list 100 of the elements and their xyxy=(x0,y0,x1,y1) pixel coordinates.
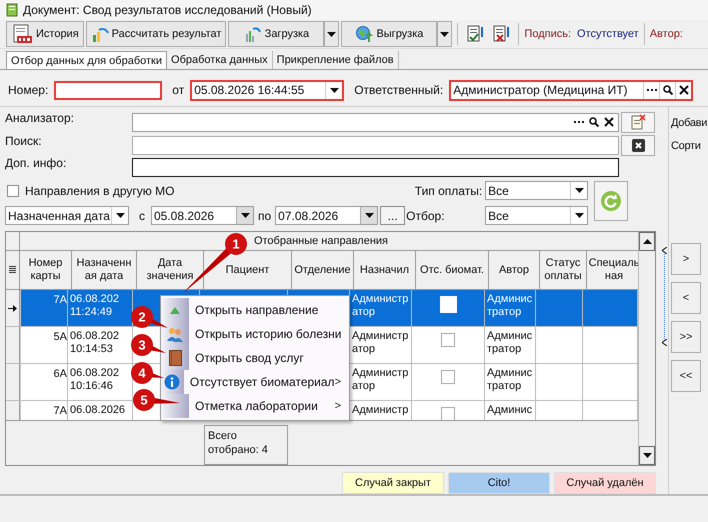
numbered-callout: 3 xyxy=(131,334,166,356)
author-label: Автор: xyxy=(650,28,683,40)
other-mo-label: Направления в другую МО xyxy=(25,184,174,198)
date-from-field[interactable]: 05.08.2026 xyxy=(151,206,254,226)
dropdown-button[interactable] xyxy=(437,21,452,47)
payment-type-label: Тип оплаты: xyxy=(414,184,484,198)
legend-item: Случай закрыт xyxy=(342,472,444,494)
selection-label: Отбор: xyxy=(406,208,446,223)
move-button[interactable]: < xyxy=(671,282,701,314)
signature-label: Подпись: xyxy=(524,28,572,40)
toolbar-button[interactable]: История xyxy=(6,21,84,47)
document-icon xyxy=(6,3,18,17)
current-row-icon xyxy=(8,304,17,312)
tab[interactable]: Прикрепление файлов xyxy=(272,51,399,69)
row-header[interactable] xyxy=(6,290,20,326)
toolbar-button[interactable]: Рассчитать результат xyxy=(86,21,226,47)
extra-info-field[interactable] xyxy=(132,158,619,178)
period-button[interactable]: ... xyxy=(380,206,406,226)
number-label: Номер: xyxy=(8,83,48,97)
column-chooser-icon xyxy=(9,266,16,274)
biomaterial-checkbox[interactable] xyxy=(441,333,455,348)
caret-icon xyxy=(574,188,584,194)
caret-icon xyxy=(330,88,339,92)
scroll-up-icon xyxy=(642,239,652,244)
responsible-field[interactable]: Администратор (Медицина ИТ) xyxy=(449,80,694,100)
toolbar-button[interactable]: Выгрузка xyxy=(341,21,438,47)
submenu-arrow: > xyxy=(334,400,341,412)
search-icon xyxy=(588,117,598,128)
analyzer-field[interactable] xyxy=(132,112,619,132)
toolbar-button[interactable]: Загрузка xyxy=(228,21,324,47)
bar-chart-arrow-icon xyxy=(244,25,262,43)
payment-type-dropdown[interactable]: Все xyxy=(485,181,588,200)
total-count: Всего отобрано: 4 xyxy=(204,425,288,466)
caret-icon xyxy=(440,32,450,36)
responsible-label: Ответственный: xyxy=(354,83,444,97)
biomaterial-checkbox[interactable] xyxy=(441,407,455,420)
more-icon xyxy=(574,120,584,124)
column-header[interactable]: Автор xyxy=(489,251,540,290)
numbered-callout: 4 xyxy=(131,362,164,384)
info-icon xyxy=(164,374,180,390)
column-header[interactable]: Номер карты xyxy=(20,251,72,290)
date-to-field[interactable]: 07.08.2026 xyxy=(275,206,378,226)
clear-search-button[interactable] xyxy=(621,134,655,156)
biomaterial-checkbox[interactable] xyxy=(441,370,455,384)
table-cell: 06.08.202 11:24:49 xyxy=(68,290,133,326)
document-cross-icon xyxy=(491,24,512,44)
move-button[interactable]: > xyxy=(671,243,701,275)
table-cell: 6А xyxy=(20,364,68,400)
close-icon xyxy=(604,117,614,128)
window-title: Документ: Свод результатов исследований (Новый) xyxy=(23,3,312,17)
more-icon xyxy=(646,88,657,92)
numbered-callout: 2 xyxy=(131,306,168,328)
submenu-arrow: > xyxy=(334,376,341,388)
caret-icon xyxy=(240,213,250,218)
table-cell: Админис xyxy=(485,401,536,420)
selection-dropdown[interactable]: Все xyxy=(485,206,588,226)
table-cell: 7А xyxy=(20,401,68,420)
table-group-header: Отобранные направления xyxy=(254,234,388,250)
move-button[interactable]: << xyxy=(671,360,701,392)
tab[interactable]: Отбор данных для обработки xyxy=(6,51,168,69)
table-cell: Администр атор xyxy=(350,290,412,326)
caret-icon xyxy=(364,213,374,218)
tab[interactable]: Обработка данных xyxy=(167,51,273,69)
clear-document-button[interactable] xyxy=(621,112,655,133)
table-cell: 7А xyxy=(20,290,68,326)
vertical-scrollbar[interactable] xyxy=(638,232,655,466)
number-field[interactable] xyxy=(54,80,162,100)
dropdown-button[interactable] xyxy=(324,21,340,47)
search-field[interactable] xyxy=(132,136,619,154)
other-mo-checkbox[interactable] xyxy=(7,184,19,197)
caret-icon xyxy=(116,213,124,218)
refresh-button[interactable] xyxy=(594,181,628,222)
caret-icon xyxy=(327,32,336,36)
log-icon xyxy=(11,24,33,44)
analyzer-label: Анализатор: xyxy=(5,111,75,125)
column-header[interactable]: Статус оплаты xyxy=(540,251,587,290)
triangle-icon xyxy=(170,306,180,314)
table-cell: Админис тратор xyxy=(485,364,536,400)
date-type-dropdown[interactable]: Назначенная дата xyxy=(5,206,129,226)
signature-status: Отсутствует xyxy=(577,28,639,40)
search-label: Поиск: xyxy=(5,134,43,148)
legend-item: Случай удалён xyxy=(554,472,656,494)
column-header[interactable]: Отс. биомат. xyxy=(416,251,489,290)
column-header[interactable]: Отделение xyxy=(292,251,354,290)
scroll-down-icon xyxy=(642,453,652,458)
search-icon xyxy=(662,85,673,95)
date-from-label: с xyxy=(139,208,145,223)
collapse-icon xyxy=(662,339,666,346)
move-button[interactable]: >> xyxy=(671,321,701,353)
legend-item: Cito! xyxy=(448,472,550,494)
people-icon xyxy=(166,326,184,342)
table-cell: 5А xyxy=(20,327,68,364)
column-header[interactable]: Назначил xyxy=(354,251,416,290)
date-time-field[interactable]: 05.08.2026 16:44:55 xyxy=(190,80,344,100)
side-panel-label: Добави xyxy=(671,117,708,131)
document-cross-icon xyxy=(630,114,646,130)
column-header[interactable]: Назначенн ая дата xyxy=(72,251,137,290)
close-icon xyxy=(632,138,644,152)
extra-info-label: Доп. инфо: xyxy=(5,156,68,170)
from-label: от xyxy=(172,83,184,97)
